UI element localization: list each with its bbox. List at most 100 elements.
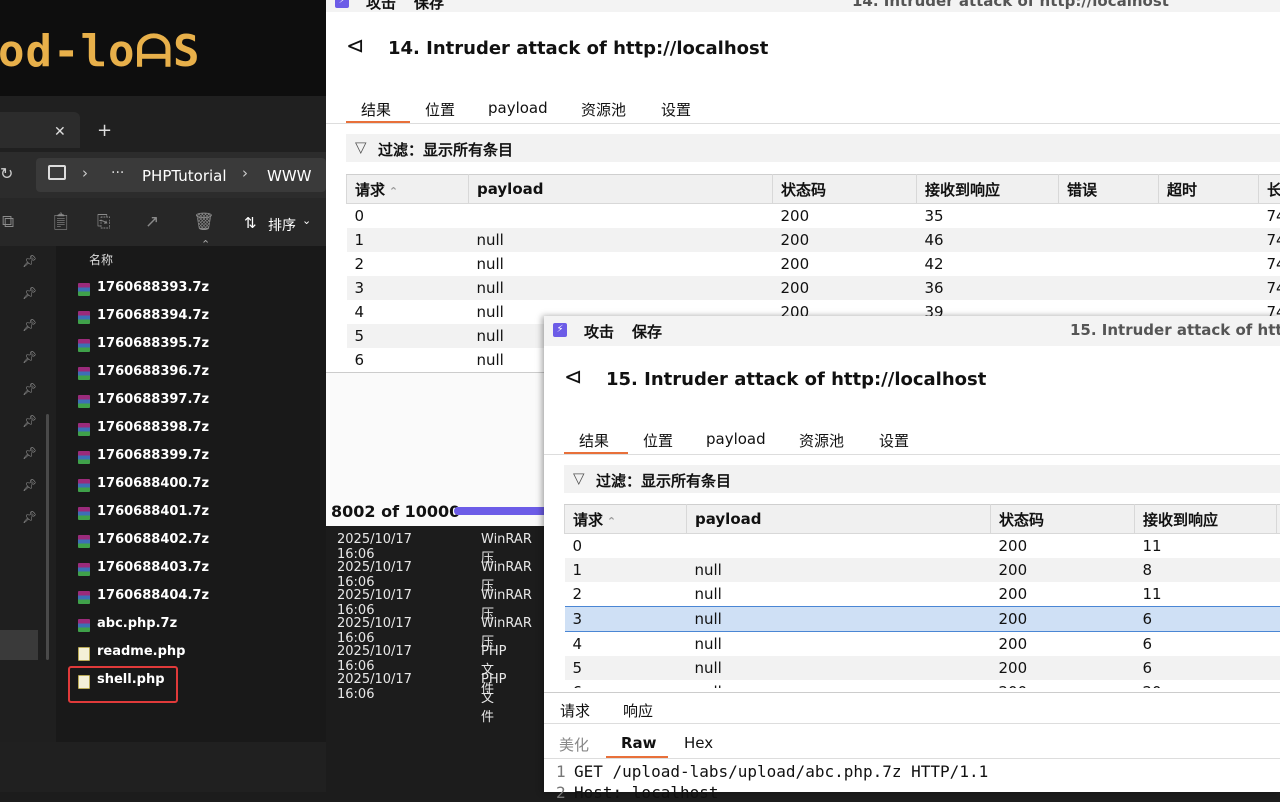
file-name[interactable]: 1760688399.7z [97, 448, 209, 463]
file-name[interactable]: 1760688396.7z [97, 364, 209, 379]
table-cell [687, 534, 991, 559]
file-date: 2025/10/17 16:06 [337, 588, 412, 618]
menu-save[interactable]: 保存 [632, 321, 662, 342]
table-cell: 200 [991, 632, 1135, 657]
table-cell: 200 [991, 534, 1135, 559]
table-row[interactable]: 020011 [565, 534, 1280, 559]
table-row[interactable]: 2null20011 [565, 582, 1280, 607]
table-row[interactable]: 5null2006 [565, 656, 1280, 680]
tab-results[interactable]: 结果 [579, 430, 609, 451]
file-name[interactable]: 1760688400.7z [97, 476, 209, 491]
close-tab-icon[interactable]: ✕ [54, 124, 66, 140]
table-row[interactable]: 1null2008 [565, 558, 1280, 582]
share-icon[interactable]: ↗ [145, 212, 159, 232]
tab-raw[interactable]: Raw [621, 734, 657, 752]
column-header[interactable]: payload [469, 175, 773, 204]
tab-pretty[interactable]: 美化 [559, 734, 589, 755]
status-bar [0, 742, 326, 792]
table-row[interactable]: 2null20042746 [347, 252, 1280, 276]
nav-item-selected[interactable] [0, 630, 38, 660]
menu-attack[interactable]: 攻击 [366, 0, 396, 12]
paste-icon[interactable]: 📋︎ [50, 212, 72, 232]
filter-bar[interactable]: ▽ 过滤：显示所有条目 [346, 134, 1280, 162]
file-name[interactable]: 1760688393.7z [97, 280, 209, 295]
file-name[interactable]: 1760688395.7z [97, 336, 209, 351]
table-cell: 200 [773, 252, 917, 276]
tab-payload[interactable]: payload [488, 99, 548, 117]
column-header[interactable]: 错误 [1059, 175, 1159, 204]
tab-settings[interactable]: 设置 [879, 430, 909, 451]
file-name[interactable]: readme.php [97, 644, 185, 659]
file-name[interactable]: 1760688403.7z [97, 560, 209, 575]
breadcrumb[interactable]: › ··· PHPTutorial › WWW [36, 158, 326, 192]
table-cell: 200 [773, 228, 917, 252]
attack-target-icon: ⊲ [564, 365, 582, 390]
tab-resource-pool[interactable]: 资源池 [581, 99, 626, 120]
tab-request[interactable]: 请求 [560, 700, 590, 721]
tab-payload[interactable]: payload [706, 430, 766, 448]
archive-file-icon [78, 423, 90, 436]
column-header[interactable]: 状态码 [773, 175, 917, 204]
tab-positions[interactable]: 位置 [425, 99, 455, 120]
column-header-name[interactable]: 名称 [89, 251, 113, 268]
sort-icon: ⇅ [244, 214, 257, 232]
burp-app-icon: ⚡ [335, 0, 349, 8]
file-name[interactable]: 1760688404.7z [97, 588, 209, 603]
rename-icon[interactable]: ⎘ [97, 212, 111, 232]
refresh-icon[interactable]: ↻ [0, 164, 13, 183]
breadcrumb-more[interactable]: ··· [111, 165, 124, 181]
breadcrumb-www[interactable]: WWW [267, 167, 312, 185]
pin-icon: 📌︎ [22, 286, 37, 300]
file-name[interactable]: 1760688401.7z [97, 504, 209, 519]
table-row[interactable]: 6null20020 [565, 680, 1280, 688]
table-row[interactable]: 4null2006 [565, 632, 1280, 657]
file-name[interactable]: 1760688402.7z [97, 532, 209, 547]
table-cell: null [687, 656, 991, 680]
table-row[interactable]: 3null2006 [565, 607, 1280, 632]
column-header[interactable]: 请求 ⌃ [347, 175, 469, 204]
menu-save[interactable]: 保存 [414, 0, 444, 12]
burp-app-icon: ⚡ [553, 323, 567, 337]
file-name[interactable]: 1760688394.7z [97, 308, 209, 323]
delete-icon[interactable]: 🗑︎ [193, 212, 215, 232]
filter-bar[interactable]: ▽ 过滤：显示所有条目 [564, 465, 1280, 493]
pin-icon: 📌︎ [22, 350, 37, 364]
breadcrumb-phptutorial[interactable]: PHPTutorial [142, 167, 227, 185]
file-name[interactable]: 1760688397.7z [97, 392, 209, 407]
tab-hex[interactable]: Hex [684, 734, 713, 752]
column-header[interactable]: 请求 ⌃ [565, 505, 687, 534]
table-row[interactable]: 3null20036747 [347, 276, 1280, 300]
tab-results[interactable]: 结果 [361, 99, 391, 120]
file-name[interactable]: 1760688398.7z [97, 420, 209, 435]
chevron-right-icon: › [82, 164, 88, 182]
window-title-text: 15. Intruder attack of http:/ [1070, 321, 1280, 339]
table-cell: 20 [1135, 680, 1277, 688]
sort-button[interactable]: 排序 [268, 215, 296, 235]
tab-positions[interactable]: 位置 [643, 430, 673, 451]
column-header[interactable]: 长度 [1259, 175, 1280, 204]
column-header[interactable]: 接收到响应 [1135, 505, 1277, 534]
host-header-line[interactable]: Host: localhost [574, 783, 719, 802]
column-header[interactable]: 超时 [1159, 175, 1259, 204]
column-header-label: 状态码 [781, 181, 826, 199]
column-header[interactable]: payload [687, 505, 991, 534]
column-header[interactable]: 接收到响应 [917, 175, 1059, 204]
new-tab-button[interactable]: + [97, 120, 112, 141]
tab-settings[interactable]: 设置 [661, 99, 691, 120]
column-header[interactable]: 状态码 [991, 505, 1135, 534]
table-row[interactable]: 020035747 [347, 204, 1280, 229]
archive-file-icon [78, 563, 90, 576]
tab-response[interactable]: 响应 [623, 700, 653, 721]
tab-resource-pool[interactable]: 资源池 [799, 430, 844, 451]
request-line[interactable]: GET /upload-labs/upload/abc.php.7z HTTP/… [574, 762, 988, 781]
chevron-right-icon: › [242, 164, 248, 182]
sort-ascending-icon: ⌃ [385, 185, 398, 198]
menu-attack[interactable]: 攻击 [584, 321, 614, 342]
explorer-tab-current[interactable] [0, 112, 80, 148]
copy-icon[interactable]: ⧉ [2, 212, 14, 232]
table-row[interactable]: 1null20046748 [347, 228, 1280, 252]
nav-scrollbar[interactable] [46, 414, 49, 660]
file-name[interactable]: abc.php.7z [97, 616, 177, 631]
wallpaper-banner: od-loᗩS [0, 0, 326, 96]
archive-file-icon [78, 451, 90, 464]
